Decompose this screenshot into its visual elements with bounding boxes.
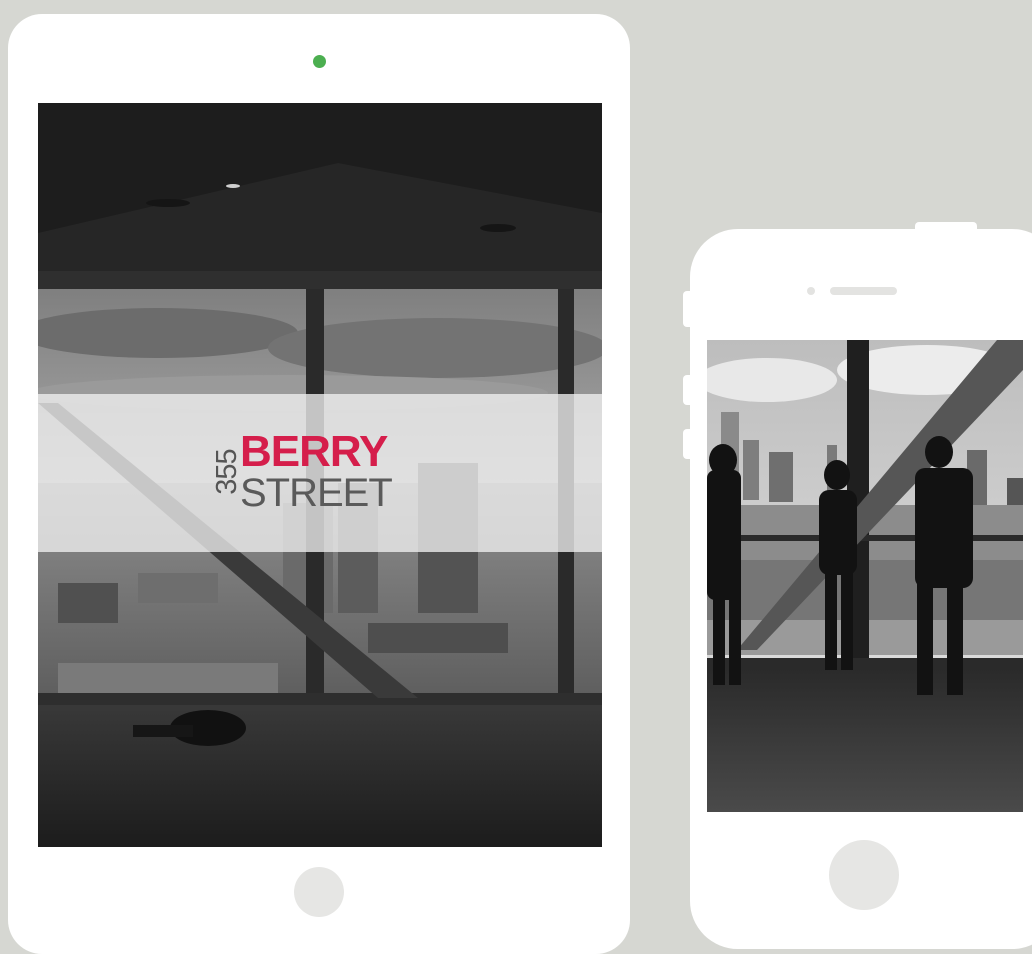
logo-banner: 355 BERRY STREET — [38, 394, 602, 552]
phone-home-button[interactable] — [829, 840, 899, 910]
tablet-home-button[interactable] — [294, 867, 344, 917]
phone-speaker-icon — [830, 287, 897, 295]
phone-screen — [707, 340, 1023, 812]
phone-camera-icon — [807, 287, 815, 295]
people-by-window-photo — [707, 340, 1023, 812]
logo-berry-text: BERRY — [240, 427, 388, 476]
tablet-device: 355 BERRY STREET — [8, 14, 630, 954]
berry-street-logo: 355 BERRY STREET — [211, 427, 416, 521]
logo-street-text: STREET — [240, 471, 393, 515]
phone-device — [690, 229, 1032, 949]
tablet-screen: 355 BERRY STREET — [38, 103, 602, 847]
camera-indicator-icon — [313, 55, 326, 68]
logo-number: 355 — [211, 449, 243, 495]
